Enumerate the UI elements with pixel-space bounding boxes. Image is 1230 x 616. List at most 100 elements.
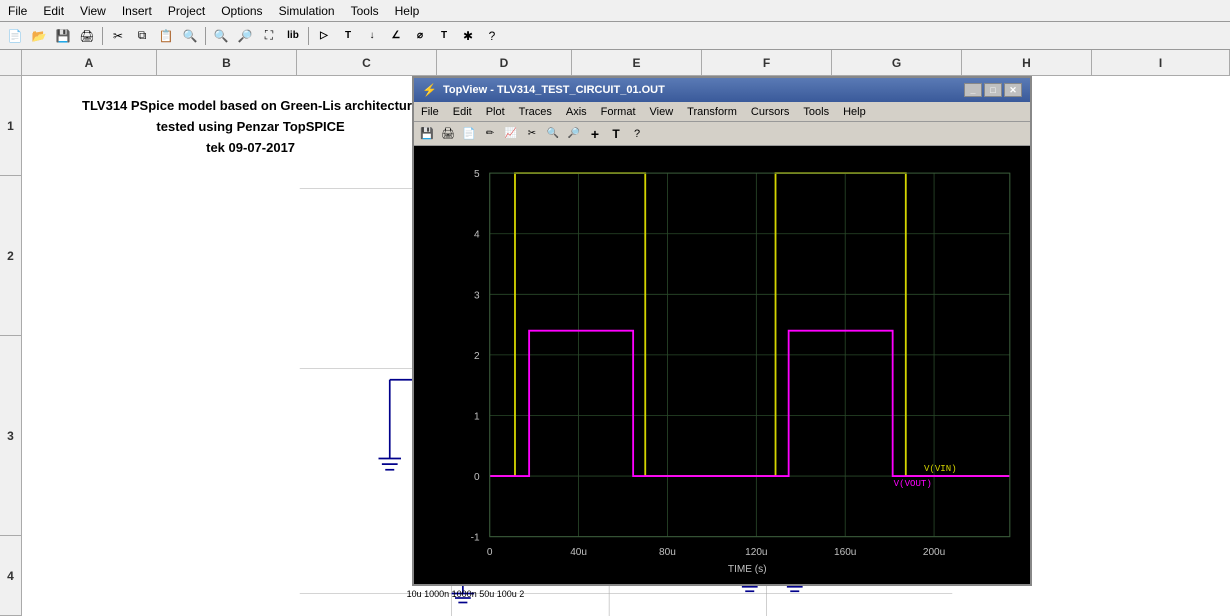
tv-print-btn[interactable]: 🖨 <box>438 125 458 143</box>
svg-text:V(VIN): V(VIN) <box>924 463 957 474</box>
new-button[interactable]: 📄 <box>4 25 26 47</box>
col-headers: A B C D E F G H I <box>0 50 1230 76</box>
sep3 <box>308 27 309 45</box>
svg-text:0: 0 <box>474 472 480 483</box>
menu-help[interactable]: Help <box>387 2 428 20</box>
menu-simulation[interactable]: Simulation <box>271 2 343 20</box>
svg-text:10u 1000n 1000n 50u 100u 2: 10u 1000n 1000n 50u 100u 2 <box>407 589 525 599</box>
tv-menu-tools[interactable]: Tools <box>796 105 836 119</box>
sep2 <box>205 27 206 45</box>
down-button[interactable]: ↓ <box>361 25 383 47</box>
col-i[interactable]: I <box>1092 50 1230 75</box>
probe2-button[interactable]: ⌀ <box>409 25 431 47</box>
svg-text:80u: 80u <box>659 547 676 558</box>
svg-text:5: 5 <box>474 169 480 180</box>
menu-view[interactable]: View <box>72 2 114 20</box>
plot-area[interactable]: TopSpice 8.68e 07-SEP-2017 08:21:06 — V(… <box>414 146 1030 584</box>
svg-text:3: 3 <box>474 290 480 301</box>
row-1-header: 1 <box>0 76 21 176</box>
cut-button[interactable]: ✂ <box>107 25 129 47</box>
zoom-out-button[interactable]: 🔎 <box>234 25 256 47</box>
svg-text:4: 4 <box>474 230 480 241</box>
col-b[interactable]: B <box>157 50 297 75</box>
t-button[interactable]: T <box>337 25 359 47</box>
tv-menu-traces[interactable]: Traces <box>512 105 559 119</box>
col-g[interactable]: G <box>832 50 962 75</box>
tv-menu-plot[interactable]: Plot <box>479 105 512 119</box>
copy-button[interactable]: ⧉ <box>131 25 153 47</box>
col-h[interactable]: H <box>962 50 1092 75</box>
open-button[interactable]: 📂 <box>28 25 50 47</box>
col-f[interactable]: F <box>702 50 832 75</box>
tv-menu-view[interactable]: View <box>643 105 681 119</box>
save-button[interactable]: 💾 <box>52 25 74 47</box>
svg-text:TIME (s): TIME (s) <box>728 564 767 575</box>
menu-edit[interactable]: Edit <box>35 2 72 20</box>
schematic-area[interactable]: TLV314 PSpice model based on Green-Lis a… <box>22 76 1230 616</box>
text-btn[interactable]: T <box>433 25 455 47</box>
topview-title: TopView - TLV314_TEST_CIRCUIT_01.OUT <box>443 84 665 96</box>
tv-zoom-out-btn[interactable]: 🔎 <box>564 125 584 143</box>
maximize-button[interactable]: □ <box>984 83 1002 97</box>
svg-text:0: 0 <box>487 547 493 558</box>
tv-zoom-in-btn[interactable]: 🔍 <box>543 125 563 143</box>
close-button[interactable]: ✕ <box>1004 83 1022 97</box>
window-controls: _ □ ✕ <box>964 83 1022 97</box>
tv-menu-cursors[interactable]: Cursors <box>744 105 797 119</box>
svg-text:2: 2 <box>474 351 480 362</box>
plot-svg: 0 1 2 3 4 5 -1 0 40u 80u 120u 160u 200u … <box>414 146 1030 584</box>
topview-window[interactable]: ⚡ TopView - TLV314_TEST_CIRCUIT_01.OUT _… <box>412 76 1032 586</box>
zoom-in-button[interactable]: 🔍 <box>210 25 232 47</box>
tv-save-btn[interactable]: 💾 <box>417 125 437 143</box>
menu-options[interactable]: Options <box>213 2 270 20</box>
row-3-header: 3 <box>0 336 21 536</box>
wire-button[interactable]: ▷ <box>313 25 335 47</box>
topview-toolbar: 💾 🖨 📄 ✏ 📈 ✂ 🔍 🔎 + T ? <box>414 122 1030 146</box>
svg-text:200u: 200u <box>923 547 945 558</box>
tv-menu-edit[interactable]: Edit <box>446 105 479 119</box>
tv-cut-btn[interactable]: ✂ <box>522 125 542 143</box>
topview-menubar: File Edit Plot Traces Axis Format View T… <box>414 102 1030 122</box>
tv-menu-format[interactable]: Format <box>594 105 643 119</box>
lib-button[interactable]: lib <box>282 25 304 47</box>
tv-plus-btn[interactable]: + <box>585 125 605 143</box>
col-a[interactable]: A <box>22 50 157 75</box>
tv-line-btn[interactable]: 📈 <box>501 125 521 143</box>
tv-menu-file[interactable]: File <box>414 105 446 119</box>
svg-text:-1: -1 <box>471 533 480 544</box>
minimize-button[interactable]: _ <box>964 83 982 97</box>
tv-new-btn[interactable]: 📄 <box>459 125 479 143</box>
svg-text:120u: 120u <box>745 547 767 558</box>
row-4-header: 4 <box>0 536 21 616</box>
tv-menu-transform[interactable]: Transform <box>680 105 744 119</box>
main-area: 1 2 3 4 TLV314 PSpice model based on Gre… <box>0 76 1230 616</box>
menu-insert[interactable]: Insert <box>114 2 160 20</box>
col-d[interactable]: D <box>437 50 572 75</box>
menu-tools[interactable]: Tools <box>343 2 387 20</box>
svg-text:V(VOUT): V(VOUT) <box>894 478 932 489</box>
tv-help-btn[interactable]: ? <box>627 125 647 143</box>
menu-file[interactable]: File <box>0 2 35 20</box>
probe-button[interactable]: ∠ <box>385 25 407 47</box>
col-c[interactable]: C <box>297 50 437 75</box>
help-icon[interactable]: ? <box>481 25 503 47</box>
menu-project[interactable]: Project <box>160 2 213 20</box>
topview-titlebar: ⚡ TopView - TLV314_TEST_CIRCUIT_01.OUT _… <box>414 78 1030 102</box>
print-button[interactable]: 🖨 <box>76 25 98 47</box>
col-e[interactable]: E <box>572 50 702 75</box>
row-2-header: 2 <box>0 176 21 336</box>
row-headers: 1 2 3 4 <box>0 76 22 616</box>
zoom-fit-button[interactable]: ⛶ <box>258 25 280 47</box>
tv-menu-axis[interactable]: Axis <box>559 105 594 119</box>
find-button[interactable]: 🔍 <box>179 25 201 47</box>
svg-text:40u: 40u <box>570 547 587 558</box>
tv-menu-help[interactable]: Help <box>836 105 873 119</box>
corner-header <box>0 50 22 75</box>
star-button[interactable]: ✱ <box>457 25 479 47</box>
tv-text-btn[interactable]: T <box>606 125 626 143</box>
paste-button[interactable]: 📋 <box>155 25 177 47</box>
svg-text:1: 1 <box>474 412 480 423</box>
topview-title-text: ⚡ TopView - TLV314_TEST_CIRCUIT_01.OUT <box>422 83 665 97</box>
menu-bar: File Edit View Insert Project Options Si… <box>0 0 1230 22</box>
tv-edit-btn[interactable]: ✏ <box>480 125 500 143</box>
